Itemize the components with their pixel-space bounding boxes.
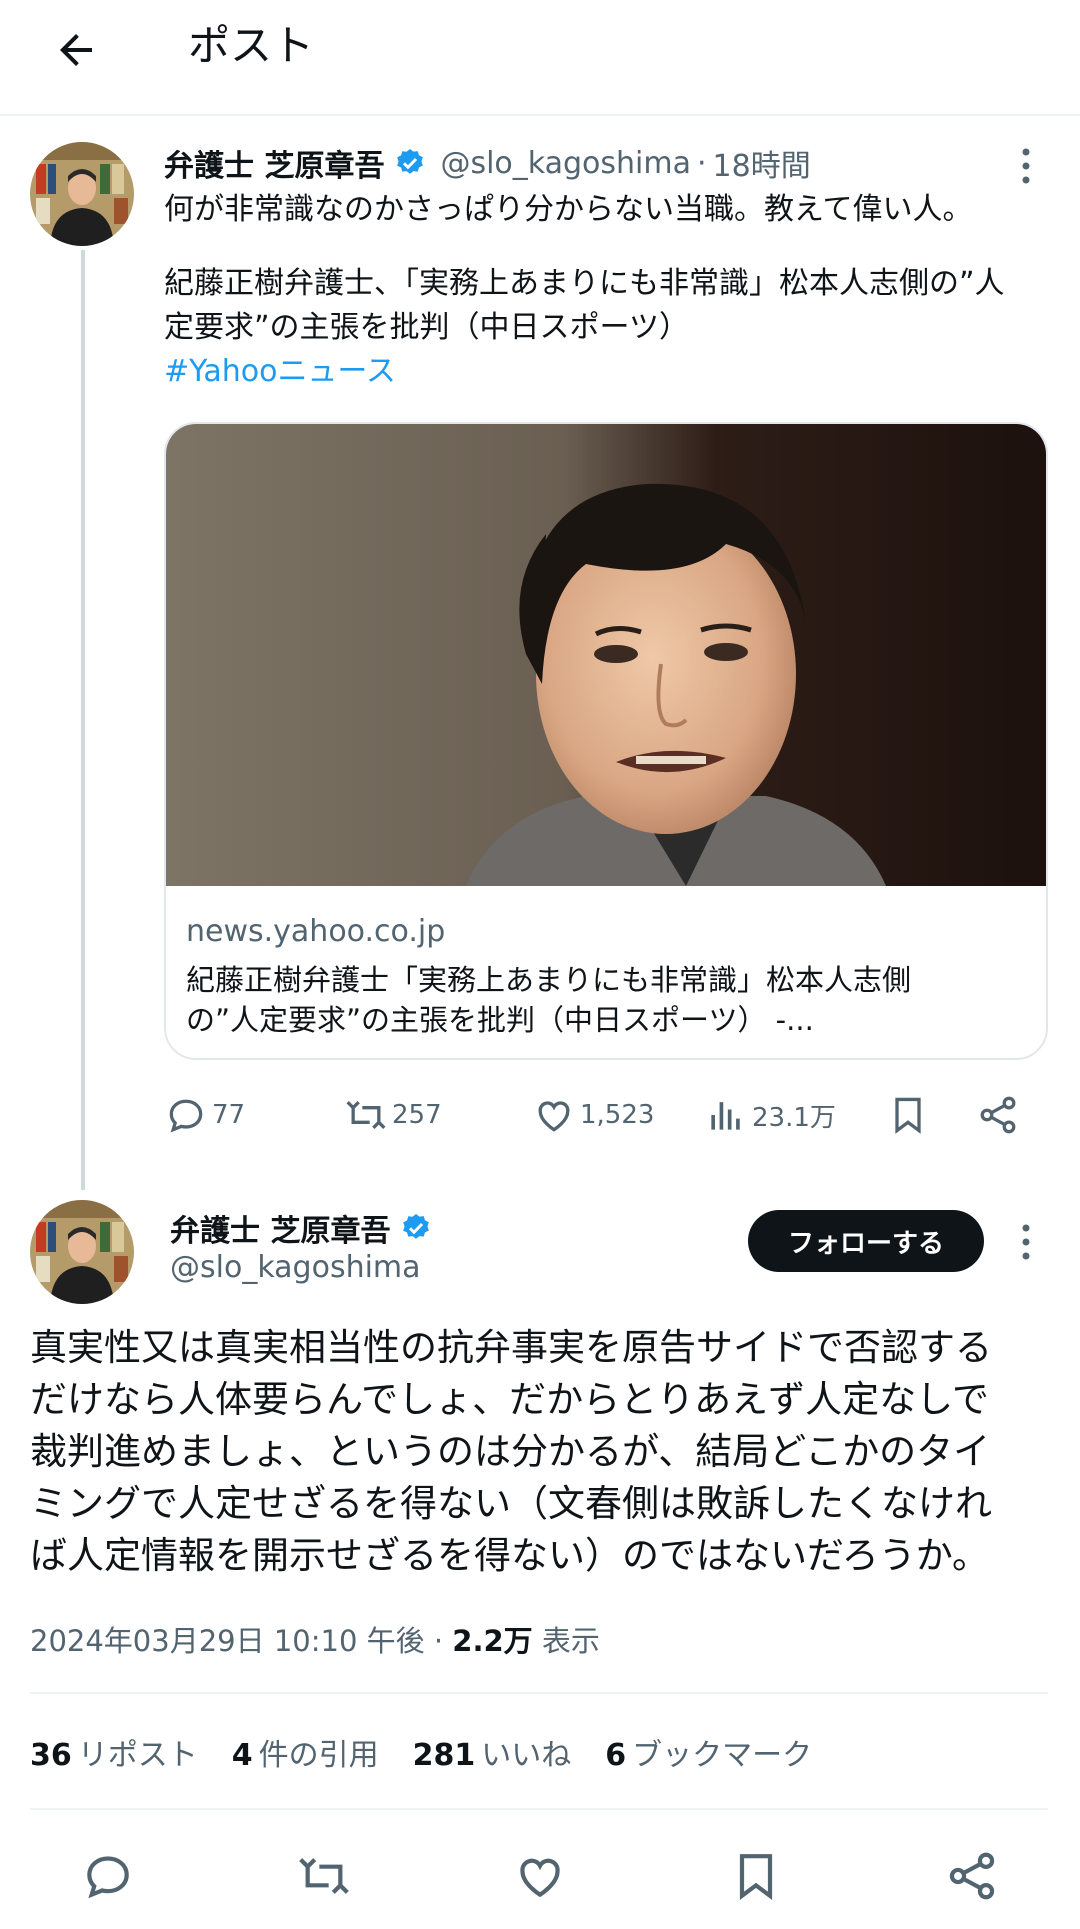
bookmark-button[interactable] bbox=[886, 1090, 934, 1140]
quotes-stat[interactable]: 4 件の引用 bbox=[232, 1730, 379, 1774]
card-photo bbox=[166, 424, 1046, 886]
reply-icon[interactable] bbox=[78, 1846, 138, 1906]
post-text-line: 何が非常識なのかさっぱり分からない当職。教えて偉い人。 bbox=[164, 192, 973, 227]
thread-connector bbox=[81, 250, 85, 1190]
detail-action-bar bbox=[0, 1846, 1080, 1906]
back-arrow-icon[interactable] bbox=[44, 18, 108, 82]
follow-button[interactable]: フォローする bbox=[748, 1210, 984, 1272]
like-count: 1,523 bbox=[580, 1100, 655, 1130]
separator-dot: · bbox=[433, 1624, 444, 1658]
reply-button[interactable]: 77 bbox=[164, 1090, 245, 1140]
bookmarks-stat[interactable]: 6 ブックマーク bbox=[605, 1730, 812, 1774]
views-label: 表示 bbox=[541, 1624, 600, 1658]
heart-icon bbox=[538, 1101, 570, 1132]
author-handle[interactable]: @slo_kagoshima bbox=[170, 1250, 421, 1285]
bookmark-icon bbox=[895, 1097, 921, 1134]
post-text-line: ば人定情報を開示せざるを得ない）のではないだろうか。 bbox=[30, 1534, 990, 1577]
top-bar: ポスト bbox=[0, 0, 1080, 116]
post-text-line: ミングで人定せざるを得ない（文春側は敗訴したくなけれ bbox=[30, 1482, 992, 1525]
divider bbox=[30, 1692, 1048, 1694]
card-title-line: 紀藤正樹弁護士「実務上あまりにも非常識」松本人志側 bbox=[186, 963, 912, 997]
card-domain: news.yahoo.co.jp bbox=[186, 914, 446, 949]
post-text-line: 真実性又は真実相当性の抗弁事実を原告サイドで否認する bbox=[30, 1326, 992, 1369]
reply-icon bbox=[169, 1099, 203, 1133]
avatar[interactable] bbox=[30, 1200, 134, 1304]
like-button[interactable]: 1,523 bbox=[532, 1090, 654, 1140]
views-button[interactable]: 23.1万 bbox=[704, 1090, 836, 1140]
post-meta: 2024年03月29日 10:10 午後 · 2.2万 表示 bbox=[30, 1618, 600, 1660]
page-title: ポスト bbox=[188, 21, 315, 70]
more-options-icon[interactable] bbox=[1016, 146, 1036, 186]
card-title: 紀藤正樹弁護士「実務上あまりにも非常識」松本人志側 の”人定要求”の主張を批判（… bbox=[186, 960, 986, 1040]
reposts-stat[interactable]: 36 リポスト bbox=[30, 1730, 198, 1774]
share-icon bbox=[980, 1096, 1016, 1134]
post-action-bar: 77 257 1,523 23.1万 bbox=[164, 1090, 1048, 1140]
verified-badge-icon bbox=[394, 147, 426, 179]
analytics-icon bbox=[711, 1102, 740, 1130]
post-header: 弁護士 芝原章吾 @slo_kagoshima · 18時間 bbox=[164, 138, 811, 188]
card-title-line: の”人定要求”の主張を批判（中日スポーツ） -... bbox=[186, 1003, 814, 1037]
repost-button[interactable]: 257 bbox=[344, 1090, 442, 1140]
post-timestamp[interactable]: 2024年03月29日 10:10 午後 bbox=[30, 1624, 425, 1658]
post-text-line: 紀藤正樹弁護士、「実務上あまりにも非常識」松本人志側の”人 bbox=[164, 266, 1005, 301]
post-text: 何が非常識なのかさっぱり分からない当職。教えて偉い人。 紀藤正樹弁護士、「実務上… bbox=[164, 188, 1054, 394]
avatar[interactable] bbox=[30, 142, 134, 246]
post-text-line: 裁判進めましょ、というのは分かるが、結局どこかのタイ bbox=[30, 1430, 991, 1473]
post-text: 真実性又は真実相当性の抗弁事実を原告サイドで否認する だけなら人体要らんでしょ、… bbox=[30, 1322, 1060, 1582]
post-text-line: 定要求”の主張を批判（中日スポーツ） bbox=[164, 310, 689, 345]
views-count: 2.2万 bbox=[452, 1624, 533, 1658]
share-icon[interactable] bbox=[942, 1846, 1002, 1906]
repost-count: 257 bbox=[392, 1100, 442, 1130]
engagement-stats: 36 リポスト 4 件の引用 281 いいね 6 ブックマーク bbox=[30, 1730, 846, 1774]
reply-count: 77 bbox=[212, 1100, 246, 1130]
more-options-icon[interactable] bbox=[1016, 1222, 1036, 1262]
repost-icon bbox=[346, 1100, 386, 1130]
divider bbox=[30, 1808, 1048, 1810]
hashtag-link[interactable]: #Yahooニュース bbox=[164, 350, 1054, 394]
post-time[interactable]: 18時間 bbox=[713, 141, 811, 185]
author-handle[interactable]: @slo_kagoshima bbox=[440, 146, 691, 181]
post-text-line: だけなら人体要らんでしょ、だからとりあえず人定なしで bbox=[30, 1378, 990, 1421]
repost-icon[interactable] bbox=[294, 1846, 354, 1906]
view-count: 23.1万 bbox=[752, 1102, 836, 1133]
author-name[interactable]: 弁護士 芝原章吾 bbox=[164, 141, 384, 185]
link-preview-card[interactable]: news.yahoo.co.jp 紀藤正樹弁護士「実務上あまりにも非常識」松本人… bbox=[164, 422, 1048, 1060]
author-name-row: 弁護士 芝原章吾 bbox=[170, 1206, 432, 1250]
separator-dot: · bbox=[697, 145, 707, 181]
heart-icon[interactable] bbox=[510, 1846, 570, 1906]
verified-badge-icon bbox=[400, 1212, 432, 1244]
author-name[interactable]: 弁護士 芝原章吾 bbox=[170, 1206, 390, 1250]
bookmark-icon[interactable] bbox=[726, 1846, 786, 1906]
likes-stat[interactable]: 281 いいね bbox=[413, 1730, 572, 1774]
share-button[interactable] bbox=[976, 1090, 1024, 1140]
